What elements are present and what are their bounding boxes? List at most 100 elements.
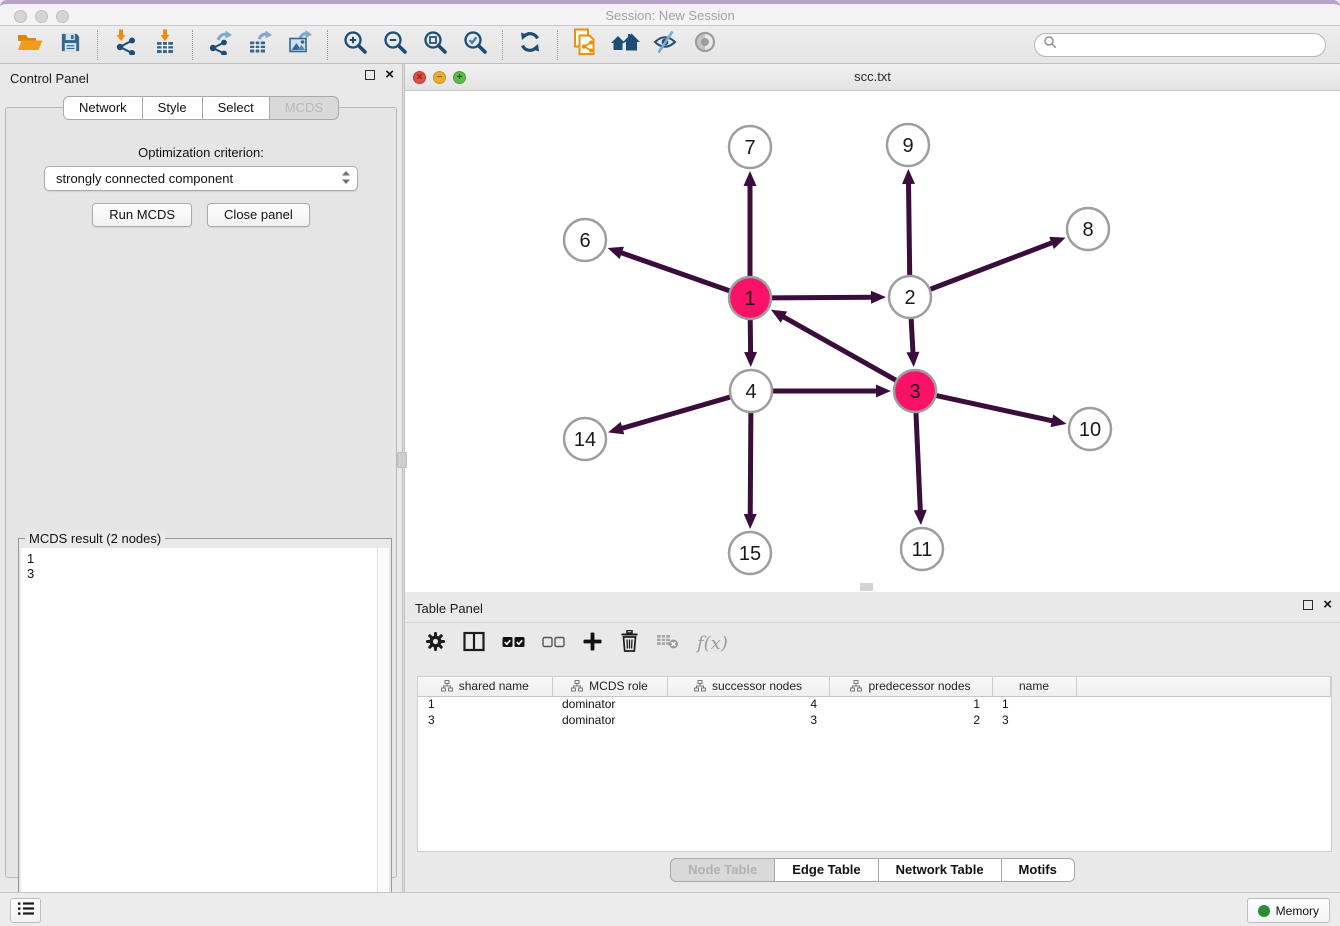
float-table-panel-icon[interactable] bbox=[1303, 600, 1313, 610]
column-header-predecessor-nodes[interactable]: predecessor nodes bbox=[829, 677, 992, 696]
graph-edge-2-9[interactable] bbox=[908, 182, 909, 277]
mcds-result-scrollbar[interactable] bbox=[377, 548, 389, 913]
graph-edge-arrowhead bbox=[1049, 237, 1065, 249]
run-mcds-button[interactable]: Run MCDS bbox=[92, 203, 192, 227]
tab-node-table[interactable]: Node Table bbox=[670, 858, 775, 882]
graph-edge-1-2[interactable] bbox=[770, 297, 873, 298]
graph-edge-arrowhead bbox=[608, 422, 624, 434]
tab-motifs[interactable]: Motifs bbox=[1002, 858, 1075, 882]
graph-edge-3-11[interactable] bbox=[916, 411, 920, 512]
zoom-out-icon bbox=[382, 29, 408, 60]
tab-network[interactable]: Network bbox=[63, 96, 143, 120]
delete-table-button[interactable] bbox=[656, 632, 680, 655]
close-panel-icon[interactable]: × bbox=[385, 70, 394, 80]
open-session-button[interactable] bbox=[10, 29, 50, 61]
import-table-button[interactable] bbox=[145, 29, 185, 61]
tab-mcds[interactable]: MCDS bbox=[270, 96, 339, 120]
graph-edge-arrowhead bbox=[906, 352, 919, 367]
graph-node-label: 4 bbox=[745, 381, 756, 403]
graph-edge-arrowhead bbox=[608, 247, 624, 259]
export-network-button[interactable] bbox=[200, 29, 240, 61]
show-columns-button[interactable] bbox=[463, 631, 485, 657]
table-tabs: Node Table Edge Table Network Table Moti… bbox=[405, 858, 1340, 882]
search-input[interactable] bbox=[1061, 38, 1317, 52]
column-header-mcds-role[interactable]: MCDS role bbox=[552, 677, 667, 696]
plus-icon bbox=[582, 631, 603, 657]
main-titlebar: Session: New Session bbox=[0, 0, 1340, 26]
graph-edge-arrowhead bbox=[902, 169, 915, 184]
network-titlebar: × − + scc.txt bbox=[405, 64, 1340, 91]
network-graph[interactable]: 1234678910111415 bbox=[405, 91, 1340, 592]
zoom-fit-icon bbox=[422, 29, 448, 60]
column-header-successor-nodes[interactable]: successor nodes bbox=[667, 677, 829, 696]
create-column-button[interactable] bbox=[582, 631, 603, 657]
graph-edge-2-8[interactable] bbox=[929, 242, 1054, 290]
eye-icon bbox=[692, 29, 718, 60]
search-icon bbox=[1043, 35, 1057, 54]
open-folder-icon bbox=[16, 30, 44, 59]
graph-node-label: 11 bbox=[912, 539, 933, 561]
home-button[interactable] bbox=[605, 29, 645, 61]
network-resize-handle[interactable] bbox=[860, 583, 873, 591]
table-row[interactable]: 1 dominator 4 1 1 bbox=[418, 696, 1331, 712]
control-panel-title: Control Panel bbox=[10, 71, 89, 86]
delete-column-button[interactable] bbox=[620, 630, 639, 657]
status-bar: Memory bbox=[0, 892, 1340, 926]
mcds-panel: Optimization criterion: strongly connect… bbox=[5, 107, 397, 878]
close-table-panel-icon[interactable]: × bbox=[1323, 600, 1332, 610]
app-window: Session: New Session bbox=[0, 0, 1340, 926]
graph-edge-1-6[interactable] bbox=[620, 252, 731, 291]
node-table: shared name MCDS role successor nodes pr… bbox=[417, 676, 1332, 852]
tab-select[interactable]: Select bbox=[203, 96, 270, 120]
save-session-button[interactable] bbox=[50, 29, 90, 61]
graph-edge-2-3[interactable] bbox=[911, 317, 913, 354]
graph-edge-3-1[interactable] bbox=[782, 316, 897, 381]
network-title: scc.txt bbox=[405, 69, 1340, 84]
memory-button[interactable]: Memory bbox=[1247, 898, 1330, 923]
table-settings-button[interactable] bbox=[425, 631, 446, 657]
function-builder-button[interactable]: f(x) bbox=[697, 633, 728, 654]
graph-edge-arrowhead bbox=[744, 171, 757, 186]
refresh-button[interactable] bbox=[510, 29, 550, 61]
close-panel-button[interactable]: Close panel bbox=[207, 203, 310, 227]
select-all-columns-button[interactable] bbox=[502, 635, 525, 653]
list-icon bbox=[17, 901, 35, 921]
optimization-criterion-select[interactable]: strongly connected component bbox=[44, 166, 358, 191]
refresh-icon bbox=[517, 29, 543, 60]
column-header-name[interactable]: name bbox=[992, 677, 1076, 696]
graph-edge-arrowhead bbox=[871, 291, 886, 304]
deselect-all-columns-button[interactable] bbox=[542, 635, 565, 653]
panel-divider-handle[interactable] bbox=[397, 452, 407, 468]
graph-edge-3-10[interactable] bbox=[935, 395, 1054, 421]
gear-icon bbox=[425, 631, 446, 657]
tab-edge-table[interactable]: Edge Table bbox=[775, 858, 878, 882]
export-table-button[interactable] bbox=[240, 29, 280, 61]
float-panel-icon[interactable] bbox=[365, 70, 375, 80]
graph-edge-4-15[interactable] bbox=[750, 411, 751, 516]
toolbar-separator bbox=[502, 30, 503, 60]
zoom-selected-button[interactable] bbox=[455, 29, 495, 61]
column-header-shared-name[interactable]: shared name bbox=[418, 677, 552, 696]
graph-node-label: 14 bbox=[574, 429, 596, 451]
graph-edge-4-14[interactable] bbox=[621, 397, 732, 429]
export-image-button[interactable] bbox=[280, 29, 320, 61]
session-title: Session: New Session bbox=[0, 8, 1340, 23]
show-hidden-button[interactable] bbox=[685, 29, 725, 61]
table-row[interactable]: 3 dominator 3 2 3 bbox=[418, 712, 1331, 728]
tab-network-table[interactable]: Network Table bbox=[879, 858, 1002, 882]
zoom-fit-button[interactable] bbox=[415, 29, 455, 61]
hide-selected-button[interactable] bbox=[645, 29, 685, 61]
mcds-result-text[interactable]: 1 3 bbox=[21, 548, 389, 913]
graph-node-label: 10 bbox=[1079, 419, 1101, 441]
search-field[interactable] bbox=[1034, 33, 1326, 57]
tab-style[interactable]: Style bbox=[143, 96, 203, 120]
zoom-out-button[interactable] bbox=[375, 29, 415, 61]
attribute-icon bbox=[571, 680, 583, 692]
task-history-button[interactable] bbox=[10, 898, 41, 923]
new-network-from-file-button[interactable] bbox=[565, 29, 605, 61]
import-network-button[interactable] bbox=[105, 29, 145, 61]
table-panel-title: Table Panel bbox=[415, 601, 483, 616]
zoom-in-button[interactable] bbox=[335, 29, 375, 61]
save-icon bbox=[59, 31, 82, 59]
checked-boxes-icon bbox=[502, 635, 525, 653]
